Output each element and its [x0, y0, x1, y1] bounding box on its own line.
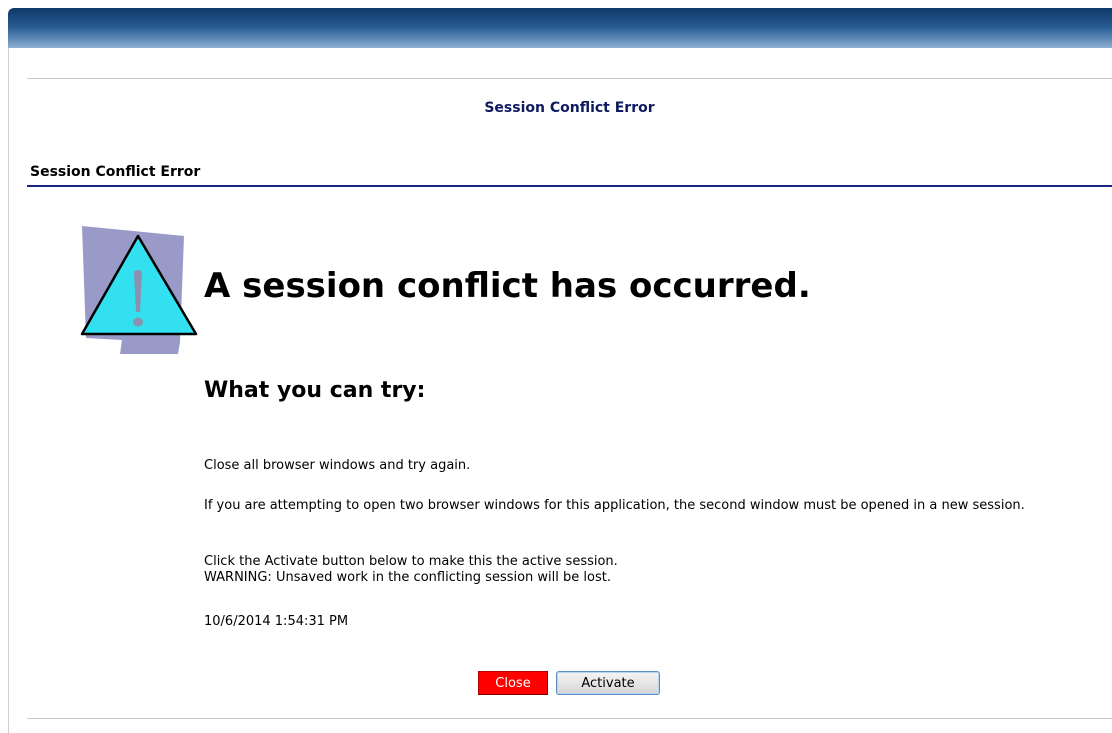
unsaved-work-warning: WARNING: Unsaved work in the conflicting… [204, 570, 611, 585]
bottom-divider [27, 718, 1112, 719]
page-left-border [8, 48, 9, 733]
suggestion-close-windows: Close all browser windows and try again. [204, 458, 471, 473]
warning-icon [80, 226, 200, 360]
section-heading: Session Conflict Error [30, 164, 201, 180]
suggestion-activate: Click the Activate button below to make … [204, 554, 1084, 586]
error-heading: A session conflict has occurred. [204, 266, 811, 306]
button-row: Close Activate [0, 670, 1112, 696]
activate-button[interactable]: Activate [556, 671, 660, 695]
activate-instruction: Click the Activate button below to make … [204, 554, 618, 569]
top-divider [27, 78, 1112, 79]
page-title: Session Conflict Error [484, 100, 655, 116]
error-timestamp: 10/6/2014 1:54:31 PM [204, 614, 349, 629]
top-banner [8, 8, 1112, 48]
suggestions-heading: What you can try: [204, 378, 426, 403]
close-button[interactable]: Close [478, 671, 548, 695]
section-divider [27, 185, 1112, 187]
suggestion-new-session: If you are attempting to open two browse… [204, 498, 1025, 513]
